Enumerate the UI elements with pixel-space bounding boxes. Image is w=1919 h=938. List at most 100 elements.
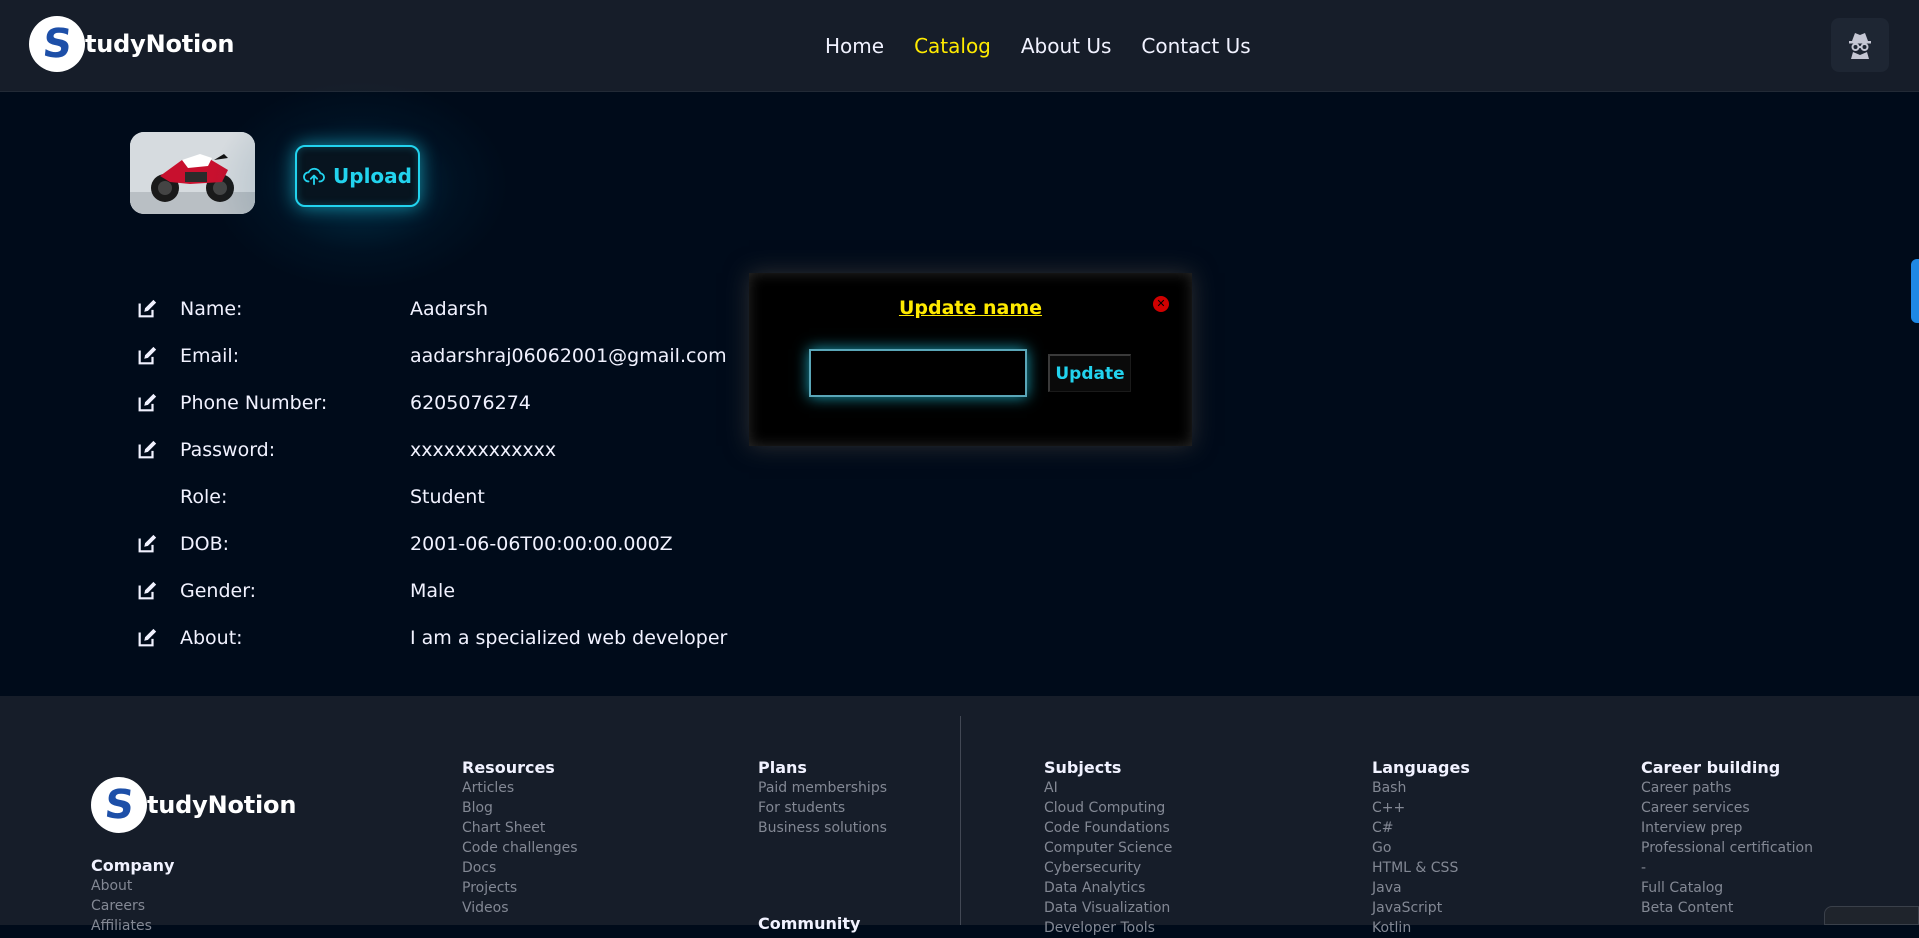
footer-link[interactable]: Career paths <box>1641 778 1813 798</box>
footer-link[interactable]: Bash <box>1372 778 1470 798</box>
footer-heading: Career building <box>1641 758 1781 777</box>
footer-link[interactable]: Data Visualization <box>1044 898 1172 918</box>
studynotion-logo[interactable]: S tudyNotion <box>29 16 234 72</box>
field-row-password: Password: xxxxxxxxxxxxx <box>136 435 756 465</box>
footer-link[interactable]: Interview prep <box>1641 818 1813 838</box>
footer-link[interactable]: Go <box>1372 838 1470 858</box>
footer-link[interactable]: Kotlin <box>1372 918 1470 938</box>
field-label: Role: <box>180 486 228 508</box>
floating-widget[interactable] <box>1824 906 1919 925</box>
logo-badge: S <box>29 16 85 72</box>
nav-catalog[interactable]: Catalog <box>914 34 991 58</box>
footer-link[interactable]: JavaScript <box>1372 898 1470 918</box>
profile-picture <box>130 132 255 214</box>
footer-heading: Languages <box>1372 758 1470 777</box>
footer-link[interactable]: Careers <box>91 896 174 916</box>
field-label: About: <box>180 627 243 649</box>
field-label: Gender: <box>180 580 257 602</box>
field-label: Name: <box>180 298 243 320</box>
edit-icon[interactable] <box>136 627 158 649</box>
footer-link[interactable]: Videos <box>462 898 578 918</box>
edit-icon[interactable] <box>136 580 158 602</box>
footer-link[interactable]: Cloud Computing <box>1044 798 1172 818</box>
top-navbar: S tudyNotion Home Catalog About Us Conta… <box>0 0 1919 92</box>
logo-badge: S <box>91 777 147 833</box>
edit-icon[interactable] <box>136 439 158 461</box>
footer-link[interactable]: Projects <box>462 878 578 898</box>
side-feedback-tab[interactable] <box>1911 259 1919 323</box>
footer-link[interactable]: Java <box>1372 878 1470 898</box>
nav-home[interactable]: Home <box>825 34 884 58</box>
field-row-about: About: I am a specialized web developer <box>136 623 756 653</box>
footer-link[interactable]: Paid memberships <box>758 778 887 798</box>
field-row-name: Name: Aadarsh <box>136 294 756 324</box>
upload-button[interactable]: Upload <box>295 145 420 207</box>
edit-icon[interactable] <box>136 533 158 555</box>
footer-link[interactable]: Code Foundations <box>1044 818 1172 838</box>
footer-divider <box>960 716 961 925</box>
footer-link[interactable]: HTML & CSS <box>1372 858 1470 878</box>
footer-col-community: Community <box>758 914 860 934</box>
field-value: 2001-06-06T00:00:00.000Z <box>410 533 673 555</box>
footer: S tudyNotion Company About Careers Affil… <box>0 696 1919 936</box>
field-label: Password: <box>180 439 276 461</box>
field-value: xxxxxxxxxxxxx <box>410 439 557 461</box>
update-button[interactable]: Update <box>1048 354 1131 392</box>
footer-heading: Community <box>758 914 861 933</box>
field-label: Email: <box>180 345 240 367</box>
footer-link[interactable]: Business solutions <box>758 818 887 838</box>
footer-col-resources: Resources Articles Blog Chart Sheet Code… <box>462 758 578 918</box>
field-row-phone: Phone Number: 6205076274 <box>136 388 756 418</box>
field-row-gender: Gender: Male <box>136 576 756 606</box>
footer-link[interactable]: C++ <box>1372 798 1470 818</box>
field-value: 6205076274 <box>410 392 531 414</box>
footer-link[interactable]: Career services <box>1641 798 1813 818</box>
footer-link[interactable]: Cybersecurity <box>1044 858 1172 878</box>
logo-text: tudyNotion <box>147 791 297 819</box>
footer-link[interactable]: Full Catalog <box>1641 878 1813 898</box>
footer-link[interactable]: Affiliates <box>91 916 174 936</box>
footer-link[interactable]: Articles <box>462 778 578 798</box>
nav-contact-us[interactable]: Contact Us <box>1141 34 1250 58</box>
footer-link[interactable]: Code challenges <box>462 838 578 858</box>
footer-col-plans: Plans Paid memberships For students Busi… <box>758 758 887 838</box>
name-input[interactable] <box>809 349 1027 397</box>
field-label: Phone Number: <box>180 392 328 414</box>
nav-about-us[interactable]: About Us <box>1021 34 1112 58</box>
footer-link[interactable]: AI <box>1044 778 1172 798</box>
footer-link[interactable]: Professional certification <box>1641 838 1813 858</box>
incognito-user-icon <box>1849 33 1871 59</box>
footer-link[interactable]: For students <box>758 798 887 818</box>
footer-link[interactable]: Docs <box>462 858 578 878</box>
update-name-modal: Update name ✕ Update <box>749 273 1192 446</box>
footer-link[interactable]: Data Analytics <box>1044 878 1172 898</box>
footer-link[interactable]: About <box>91 876 174 896</box>
edit-icon[interactable] <box>136 392 158 414</box>
upload-label: Upload <box>333 164 412 188</box>
motorcycle-image <box>130 132 255 214</box>
footer-link[interactable]: Blog <box>462 798 578 818</box>
field-value: Student <box>410 486 485 508</box>
footer-link[interactable]: Beta Content <box>1641 898 1813 918</box>
field-row-email: Email: aadarshraj06062001@gmail.com <box>136 341 756 371</box>
footer-logo[interactable]: S tudyNotion <box>91 777 296 833</box>
footer-heading: Subjects <box>1044 758 1122 777</box>
footer-col-company: Company About Careers Affiliates <box>91 856 174 936</box>
footer-link: - <box>1641 860 1647 876</box>
field-value: Male <box>410 580 456 602</box>
logo-text: tudyNotion <box>85 30 235 58</box>
field-row-dob: DOB: 2001-06-06T00:00:00.000Z <box>136 529 756 559</box>
field-value: I am a specialized web developer <box>410 627 728 649</box>
footer-link[interactable]: Developer Tools <box>1044 918 1172 938</box>
footer-link[interactable]: Computer Science <box>1044 838 1172 858</box>
footer-link[interactable]: Chart Sheet <box>462 818 578 838</box>
edit-icon[interactable] <box>136 345 158 367</box>
field-label: DOB: <box>180 533 230 555</box>
close-icon[interactable]: ✕ <box>1153 296 1169 312</box>
footer-link[interactable]: C# <box>1372 818 1470 838</box>
footer-col-languages: Languages Bash C++ C# Go HTML & CSS Java… <box>1372 758 1470 938</box>
footer-heading: Plans <box>758 758 807 777</box>
edit-icon[interactable] <box>136 298 158 320</box>
cloud-upload-icon <box>303 167 325 186</box>
user-menu-button[interactable] <box>1831 18 1889 72</box>
